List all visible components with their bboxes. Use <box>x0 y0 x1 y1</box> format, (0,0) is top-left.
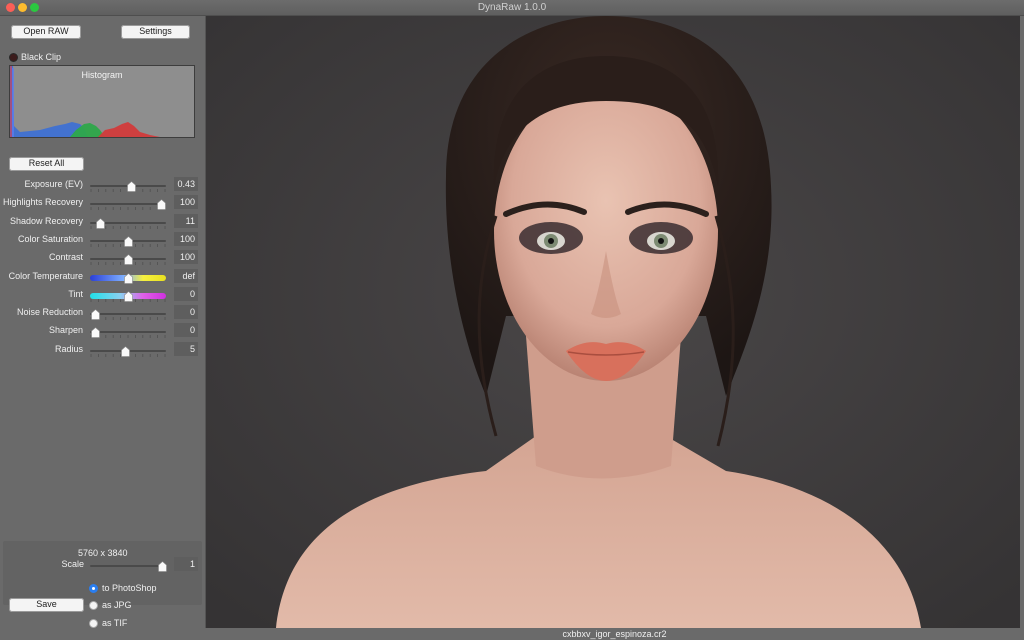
slider-thumb-sharpen[interactable] <box>90 327 100 339</box>
slider-row-temperature: Color Temperature def <box>0 268 205 287</box>
slider-ticks <box>90 335 166 339</box>
radio-button-icon[interactable] <box>89 618 98 628</box>
black-clip-toggle[interactable]: Black Clip <box>9 52 61 62</box>
slider-row-radius: Radius 5 <box>0 341 205 360</box>
open-raw-button[interactable]: Open RAW <box>11 25 81 39</box>
slider-value-saturation[interactable]: 100 <box>174 231 198 246</box>
slider-row-saturation: Color Saturation 100 <box>0 231 205 250</box>
slider-label: Noise Reduction <box>16 307 83 318</box>
slider-value-sharpen[interactable]: 0 <box>174 323 198 338</box>
reset-all-button[interactable]: Reset All <box>9 157 84 171</box>
portrait-photo <box>206 16 1020 628</box>
title-bar: DynaRaw 1.0.0 <box>0 0 1024 16</box>
slider-ticks <box>90 317 166 321</box>
scale-row: Scale 1 <box>0 557 205 575</box>
slider-label: Tint <box>68 288 83 299</box>
slider-thumb-highlights[interactable] <box>156 199 166 211</box>
slider-value-contrast[interactable]: 100 <box>174 250 198 265</box>
scale-value[interactable]: 1 <box>174 557 198 571</box>
adjustments-panel: Open RAW Settings Black Clip Histogram R… <box>0 16 205 640</box>
radio-to-photoshop[interactable]: to PhotoShop <box>89 583 157 593</box>
slider-thumb-saturation[interactable] <box>124 235 133 247</box>
scale-slider-track[interactable] <box>90 565 166 567</box>
slider-value-exposure[interactable]: 0.43 <box>174 177 198 191</box>
histogram-title: Histogram <box>81 70 123 80</box>
histogram: Histogram <box>9 65 195 138</box>
slider-track-noise[interactable] <box>90 313 166 316</box>
slider-thumb-temperature[interactable] <box>124 272 133 284</box>
settings-button[interactable]: Settings <box>121 25 190 39</box>
slider-thumb-contrast[interactable] <box>124 254 133 265</box>
slider-label: Highlights Recovery <box>2 197 83 208</box>
slider-track-sharpen[interactable] <box>90 331 166 334</box>
slider-label: Contrast <box>48 252 83 263</box>
window-title: DynaRaw 1.0.0 <box>477 2 547 13</box>
radio-as-tif[interactable]: as TIF <box>89 618 127 628</box>
image-preview[interactable] <box>205 16 1020 628</box>
black-clip-label: Black Clip <box>21 52 62 62</box>
slider-thumb-shadow[interactable] <box>96 217 105 229</box>
radio-label: as JPG <box>102 600 132 610</box>
slider-ticks <box>90 207 166 211</box>
slider-row-sharpen: Sharpen 0 <box>0 323 205 341</box>
scale-label: Scale <box>61 559 84 569</box>
save-button[interactable]: Save <box>9 598 84 612</box>
slider-thumb-tint[interactable] <box>124 290 133 302</box>
slider-thumb-radius[interactable] <box>121 345 130 357</box>
slider-value-noise[interactable]: 0 <box>174 305 198 320</box>
slider-row-highlights: Highlights Recovery 100 <box>0 195 205 213</box>
slider-thumb-noise[interactable] <box>90 309 100 320</box>
slider-label: Sharpen <box>48 325 83 336</box>
slider-row-shadow: Shadow Recovery 11 <box>0 213 205 232</box>
black-clip-indicator-icon[interactable] <box>9 52 18 62</box>
slider-value-radius[interactable]: 5 <box>174 341 198 356</box>
slider-value-shadow[interactable]: 11 <box>174 213 198 228</box>
slider-row-noise: Noise Reduction 0 <box>0 305 205 323</box>
slider-label: Exposure (EV) <box>24 179 83 189</box>
radio-label: as TIF <box>102 618 128 628</box>
radio-button-icon[interactable] <box>89 583 98 593</box>
slider-row-contrast: Contrast 100 <box>0 250 205 268</box>
slider-value-tint[interactable]: 0 <box>174 286 198 301</box>
slider-value-temperature[interactable]: def <box>174 268 198 283</box>
slider-row-tint: Tint 0 <box>0 286 205 305</box>
radio-button-icon[interactable] <box>89 600 98 610</box>
slider-value-highlights[interactable]: 100 <box>174 195 198 210</box>
slider-label: Shadow Recovery <box>9 215 83 226</box>
slider-track-highlights[interactable] <box>90 203 166 206</box>
slider-label: Color Saturation <box>17 233 83 244</box>
scale-slider-thumb[interactable] <box>158 561 167 572</box>
radio-as-jpg[interactable]: as JPG <box>89 600 132 610</box>
radio-label: to PhotoShop <box>102 583 157 593</box>
slider-label: Radius <box>54 343 83 354</box>
slider-row-exposure: Exposure (EV) 0.43 <box>0 177 205 195</box>
slider-thumb-exposure[interactable] <box>127 181 136 192</box>
slider-label: Color Temperature <box>8 270 83 281</box>
filename-status: cxbbxv_igor_espinoza.cr2 <box>562 629 667 639</box>
